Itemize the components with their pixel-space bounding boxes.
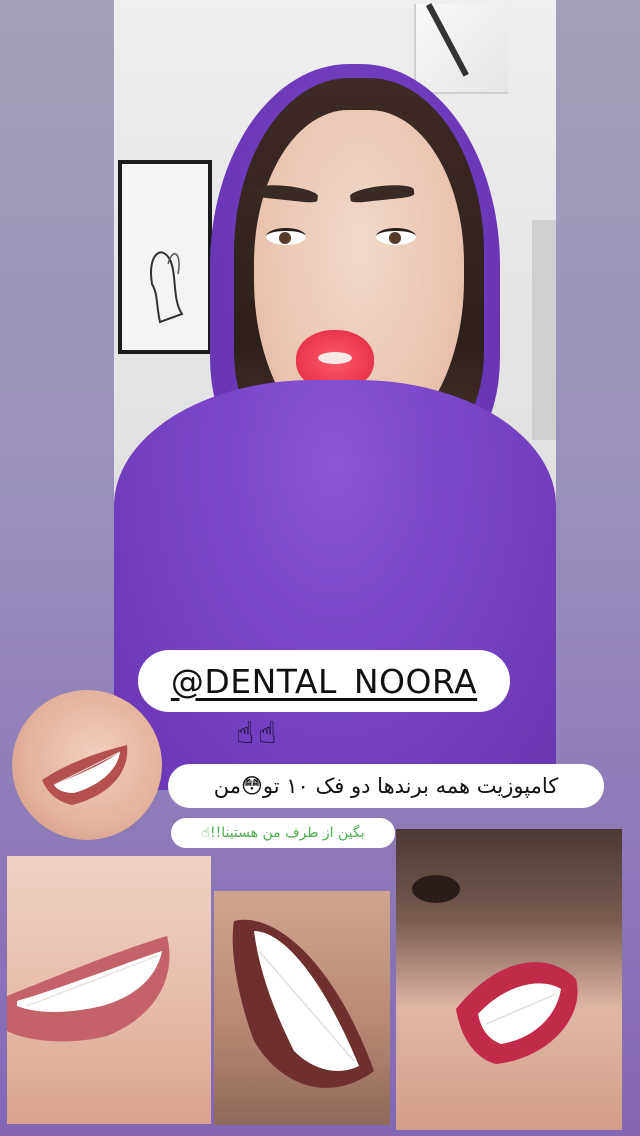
pointing-up-icon: ☝☝	[236, 716, 281, 751]
left-eye	[266, 228, 306, 245]
scarf-drape	[114, 380, 556, 790]
subcaption-badge: بگین از طرف من هستینا!!☝	[171, 818, 395, 848]
username-mention[interactable]: @DENTAL_NOORA	[138, 650, 510, 712]
wall-edge	[532, 220, 556, 440]
smile-photo-1	[7, 856, 211, 1124]
right-eye	[376, 228, 416, 245]
caption-badge: کامپوزیت همه برندها دو فک ۱۰ تو😳من	[168, 764, 604, 808]
air-conditioner	[414, 3, 508, 94]
smile-photo-3	[396, 829, 622, 1130]
username-text[interactable]: @DENTAL_NOORA	[171, 662, 477, 701]
subcaption-text: بگین از طرف من هستینا!!☝	[201, 825, 365, 841]
smile-photo-2	[214, 891, 390, 1125]
wall-artwork	[118, 160, 212, 354]
caption-text: کامپوزیت همه برندها دو فک ۱۰ تو😳من	[213, 774, 559, 798]
smile-closeup-circle	[12, 690, 162, 840]
